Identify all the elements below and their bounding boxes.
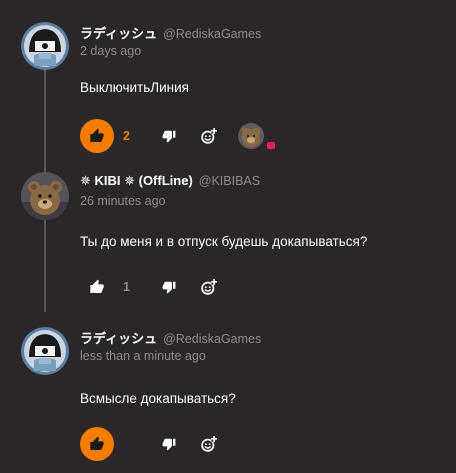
add-reaction-button[interactable] <box>198 434 218 454</box>
avatar[interactable] <box>21 327 69 375</box>
timestamp: less than a minute ago <box>80 349 206 363</box>
display-name[interactable]: ラディッシュ <box>80 26 157 41</box>
reaction-badge <box>266 141 276 150</box>
add-reaction-icon <box>200 278 217 295</box>
hooded-character-icon <box>21 327 69 375</box>
comment: ラディッシュ @RediskaGames less than a minute a… <box>0 327 456 467</box>
display-name[interactable]: ✵ KIBI ✵ (OffLine) <box>80 173 193 188</box>
user-handle[interactable]: @KIBIBAS <box>199 174 260 188</box>
like-button[interactable] <box>80 119 114 153</box>
timestamp: 2 days ago <box>80 44 142 58</box>
thumbs-down-icon <box>162 438 176 451</box>
teddy-bear-icon <box>21 172 69 220</box>
reactor-avatar[interactable] <box>238 123 264 149</box>
comment-actions: 1 <box>80 270 440 304</box>
dislike-button[interactable] <box>160 435 178 453</box>
avatar[interactable] <box>21 22 69 70</box>
display-name[interactable]: ラディッシュ <box>80 331 157 346</box>
add-reaction-icon <box>200 127 217 144</box>
comment-text: Ты до меня и в отпуск будешь докапыватьс… <box>80 234 368 249</box>
timestamp: 26 minutes ago <box>80 194 166 208</box>
dislike-button[interactable] <box>160 127 178 145</box>
thumbs-up-icon <box>90 436 104 450</box>
username[interactable]: ✵ KIBI ✵ (OffLine) @KIBIBAS <box>80 173 260 189</box>
teddy-bear-icon <box>238 123 264 149</box>
comment: ✵ KIBI ✵ (OffLine) @KIBIBAS 26 minutes ag… <box>0 172 456 307</box>
comment-actions <box>80 427 440 461</box>
dislike-button[interactable] <box>160 278 178 296</box>
comment-text: ВыключитьЛиния <box>80 80 189 95</box>
thumbs-up-icon <box>90 128 104 142</box>
comment: ラディッシュ @RediskaGames 2 days ago Выключить… <box>0 22 456 157</box>
like-button[interactable] <box>80 427 114 461</box>
thumbs-up-icon <box>90 279 104 293</box>
like-button[interactable] <box>80 270 114 304</box>
avatar[interactable] <box>21 172 69 220</box>
comment-text: Всмысле докапываться? <box>80 391 236 406</box>
hooded-character-icon <box>21 22 69 70</box>
username[interactable]: ラディッシュ @RediskaGames <box>80 23 261 42</box>
like-count: 1 <box>123 280 130 294</box>
user-handle[interactable]: @RediskaGames <box>163 27 261 41</box>
thumbs-down-icon <box>162 281 176 294</box>
comment-actions: 2 <box>80 119 440 153</box>
username[interactable]: ラディッシュ @RediskaGames <box>80 328 261 347</box>
add-reaction-button[interactable] <box>198 277 218 297</box>
user-handle[interactable]: @RediskaGames <box>163 332 261 346</box>
like-count: 2 <box>123 129 130 143</box>
add-reaction-button[interactable] <box>198 126 218 146</box>
thumbs-down-icon <box>162 130 176 143</box>
add-reaction-icon <box>200 435 217 452</box>
